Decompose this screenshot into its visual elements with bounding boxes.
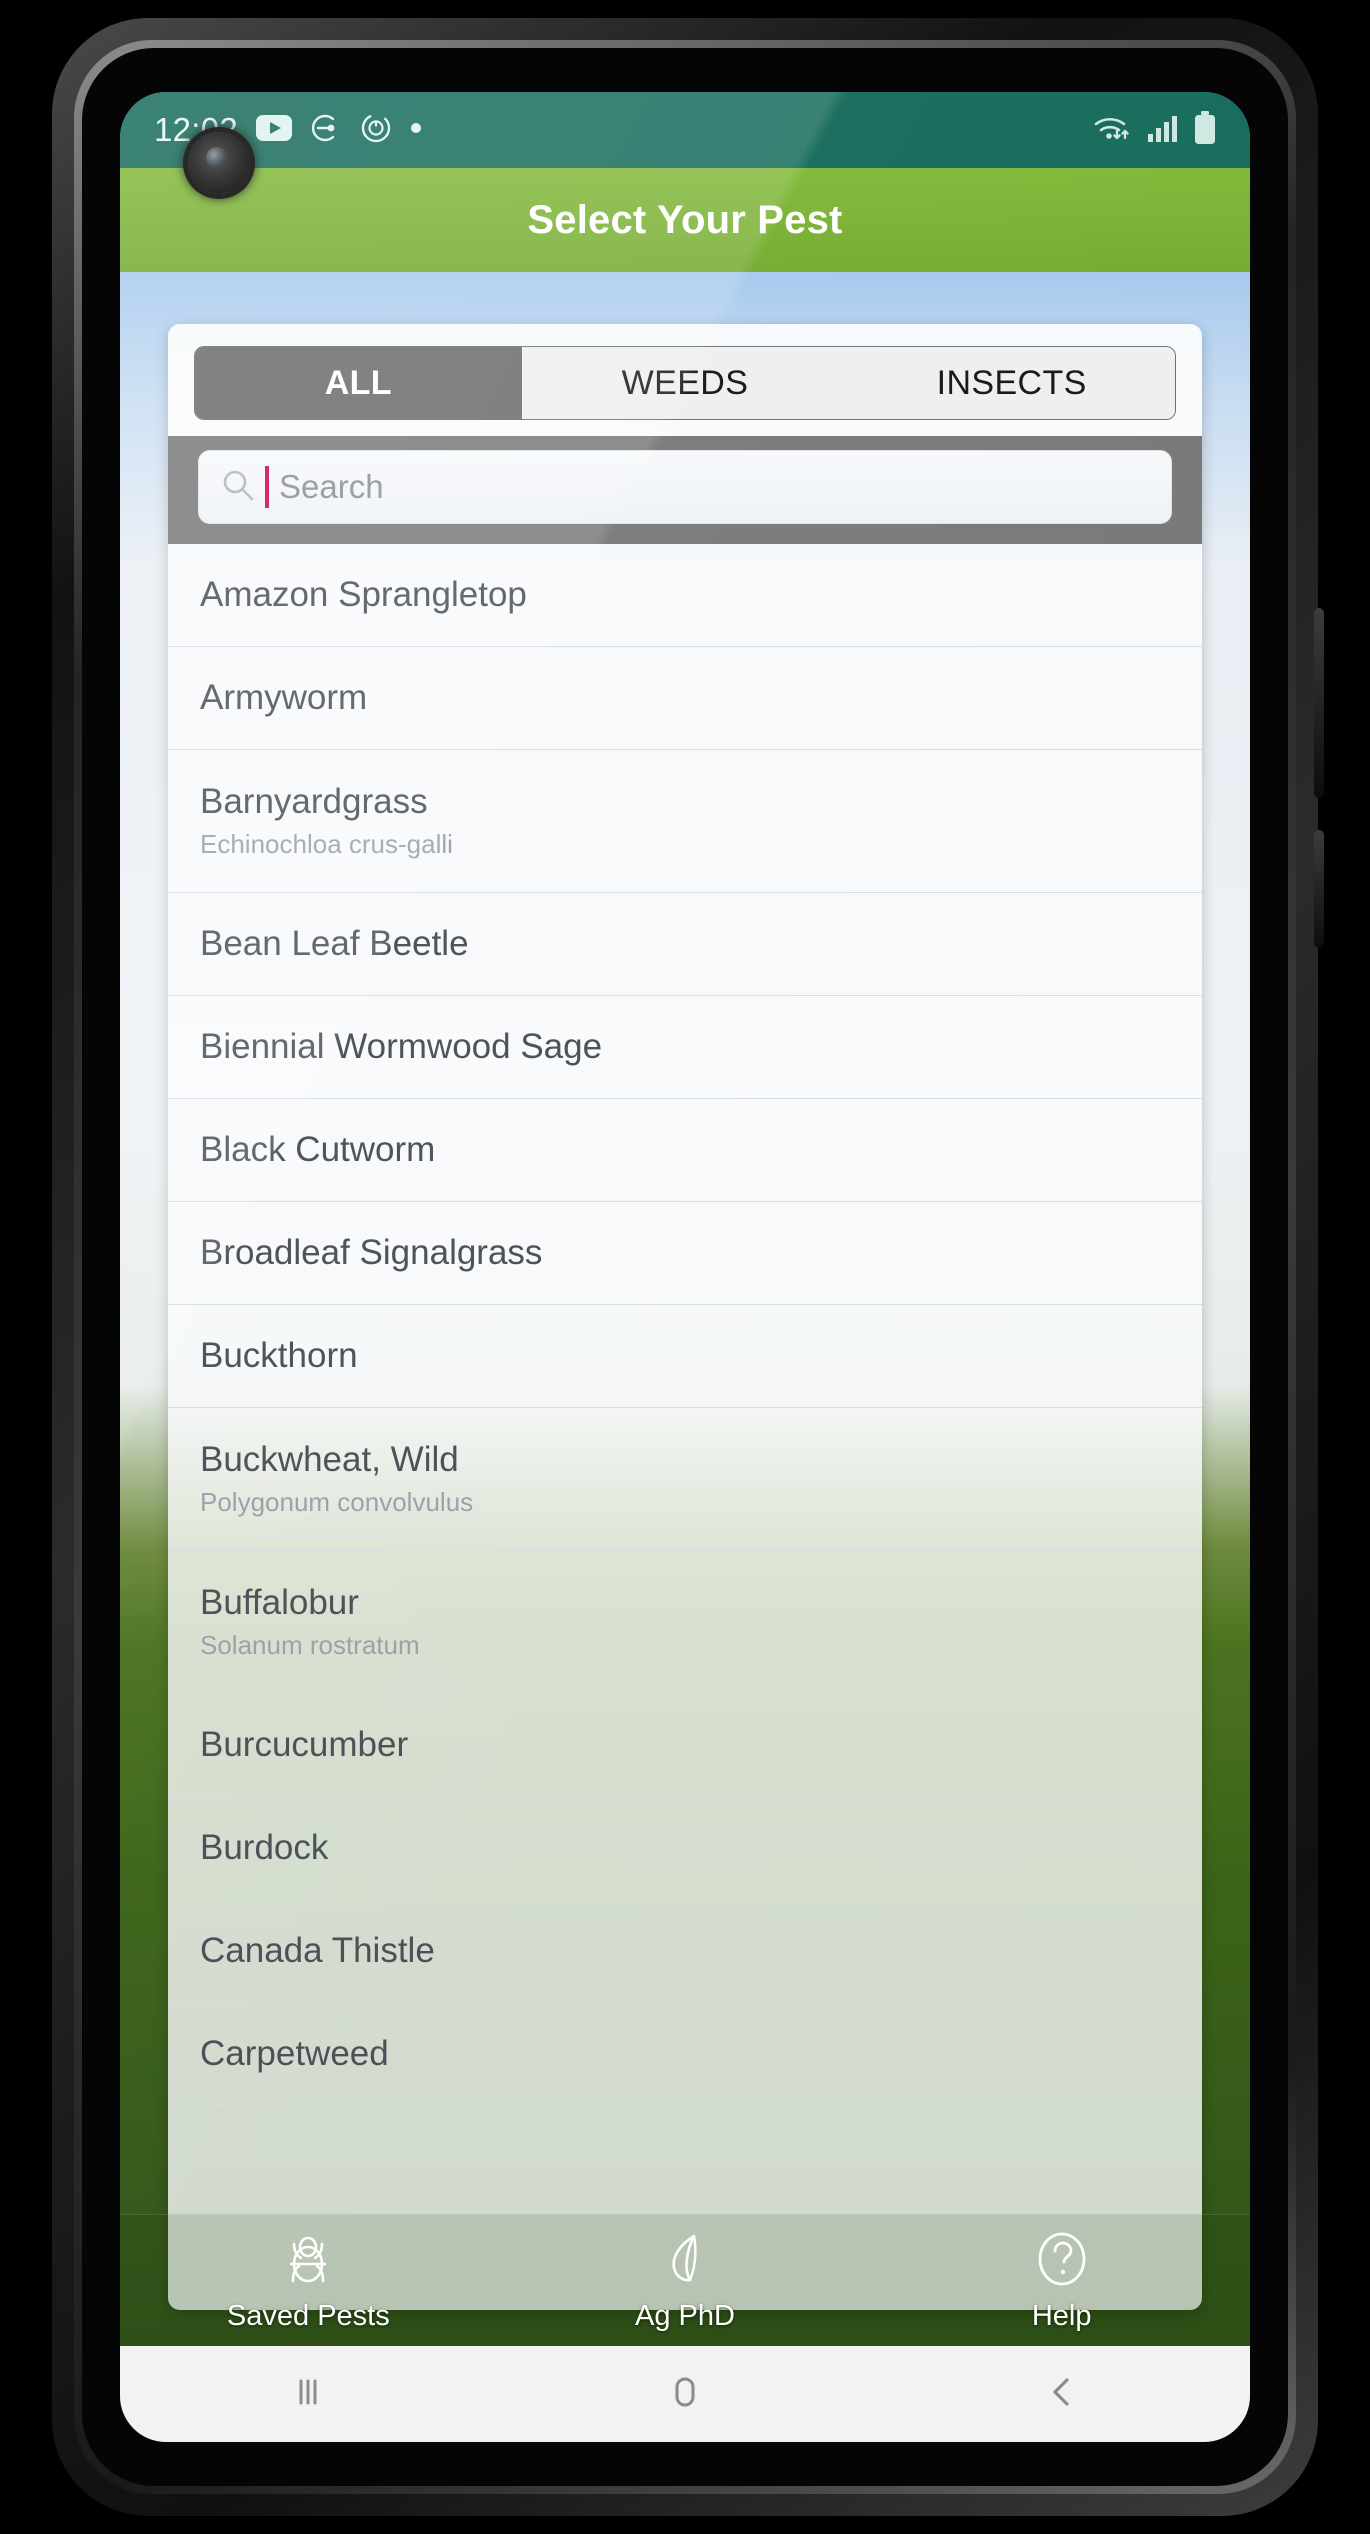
home-icon [662,2369,708,2420]
pest-scientific-name: Solanum rostratum [200,1629,420,1660]
nav-ag-phd-label: Ag PhD [635,2300,735,2332]
pest-list-item[interactable]: Buckthorn [168,1305,1202,1408]
pest-list-item[interactable]: Carpetweed [168,2003,1202,2106]
app-body: ALL WEEDS INSECTS Search Amazon Sprangle… [120,272,1250,2346]
pest-list-item[interactable]: Buckwheat, Wild Polygonum convolvulus [168,1408,1202,1551]
nav-help-label: Help [1031,2300,1092,2332]
question-circle-icon [1031,2228,1093,2295]
home-button[interactable] [497,2369,874,2420]
pest-name: Armyworm [200,678,368,718]
dot-icon [410,121,422,139]
bottom-navigation: Saved Pests Ag PhD Help [120,2214,1250,2346]
tab-insects[interactable]: INSECTS [848,347,1175,419]
phone-frame: 12:02 Select Your Pest ALL WEEDS INSECTS… [52,18,1324,2516]
pest-name: Biennial Wormwood Sage [200,1027,603,1067]
bug-icon [277,2228,339,2295]
pest-list-item[interactable]: Armyworm [168,647,1202,750]
pest-list-item[interactable]: Burcucumber [168,1694,1202,1797]
pest-scientific-name: Polygonum convolvulus [200,1486,474,1517]
pest-list-item[interactable]: Canada Thistle [168,1900,1202,2003]
arrow-into-circle-icon [310,112,342,149]
back-button[interactable] [873,2369,1250,2420]
tabs-container: ALL WEEDS INSECTS [168,324,1202,436]
pest-list[interactable]: Amazon Sprangletop Armyworm Barnyardgrass E… [168,544,1202,2310]
pest-name: Broadleaf Signalgrass [200,1233,543,1273]
recents-icon [285,2369,331,2420]
volume-button[interactable] [1314,608,1324,798]
tab-weeds[interactable]: WEEDS [521,347,849,419]
sync-circle-icon [360,112,392,149]
pest-list-item[interactable]: Barnyardgrass Echinochloa crus-galli [168,750,1202,893]
pest-name: Canada Thistle [200,1931,435,1971]
pest-list-item[interactable]: Bean Leaf Beetle [168,893,1202,996]
power-button[interactable] [1314,830,1324,948]
nav-saved-pests[interactable]: Saved Pests [120,2228,497,2333]
pest-list-item[interactable]: Biennial Wormwood Sage [168,996,1202,1099]
pest-name: Black Cutworm [200,1130,436,1170]
battery-icon [1194,110,1216,150]
search-icon [221,468,255,507]
nav-ag-phd[interactable]: Ag PhD [497,2228,874,2333]
screenshot-stage: 12:02 Select Your Pest ALL WEEDS INSECTS… [0,0,1370,2534]
wifi-icon [1092,112,1132,149]
tab-all[interactable]: ALL [195,347,522,419]
cellular-signal-icon [1147,113,1179,148]
status-bar-right [1092,110,1216,150]
pest-name: Burdock [200,1828,329,1868]
search-bar-container: Search [168,436,1202,544]
pest-list-item[interactable]: Amazon Sprangletop [168,544,1202,647]
pest-name: Buffalobur [200,1583,359,1623]
pest-list-item[interactable]: Black Cutworm [168,1099,1202,1202]
leaf-icon [654,2228,716,2295]
segmented-control[interactable]: ALL WEEDS INSECTS [194,346,1176,420]
app-header: Select Your Pest [120,168,1250,272]
pest-list-item[interactable]: Broadleaf Signalgrass [168,1202,1202,1305]
phone-bevel: 12:02 Select Your Pest ALL WEEDS INSECTS… [74,40,1296,2494]
pest-name: Carpetweed [200,2034,389,2074]
recents-button[interactable] [120,2369,497,2420]
pest-list-item[interactable]: Burdock [168,1797,1202,1900]
app-root: 12:02 Select Your Pest ALL WEEDS INSECTS… [120,92,1250,2442]
pest-scientific-name: Echinochloa crus-galli [200,828,453,859]
text-cursor [265,466,269,508]
android-navigation-bar [120,2346,1250,2442]
pest-name: Burcucumber [200,1725,409,1765]
page-title: Select Your Pest [527,197,843,242]
pest-name: Bean Leaf Beetle [200,924,469,964]
pest-selection-card: ALL WEEDS INSECTS Search Amazon Sprangle… [168,324,1202,2310]
front-camera [188,132,250,194]
search-input[interactable]: Search [198,450,1172,524]
pest-name: Amazon Sprangletop [200,575,527,615]
pest-name: Buckwheat, Wild [200,1440,459,1480]
phone-bezel: 12:02 Select Your Pest ALL WEEDS INSECTS… [82,48,1288,2486]
pest-list-item[interactable]: Buffalobur Solanum rostratum [168,1551,1202,1694]
nav-saved-pests-label: Saved Pests [226,2300,390,2332]
pest-name: Barnyardgrass [200,782,428,822]
phone-screen: 12:02 Select Your Pest ALL WEEDS INSECTS… [120,92,1250,2442]
youtube-icon [256,114,293,146]
back-icon [1039,2369,1085,2420]
nav-help[interactable]: Help [873,2228,1250,2333]
pest-name: Buckthorn [200,1336,358,1376]
status-bar: 12:02 [120,92,1250,168]
search-placeholder: Search [279,468,384,505]
